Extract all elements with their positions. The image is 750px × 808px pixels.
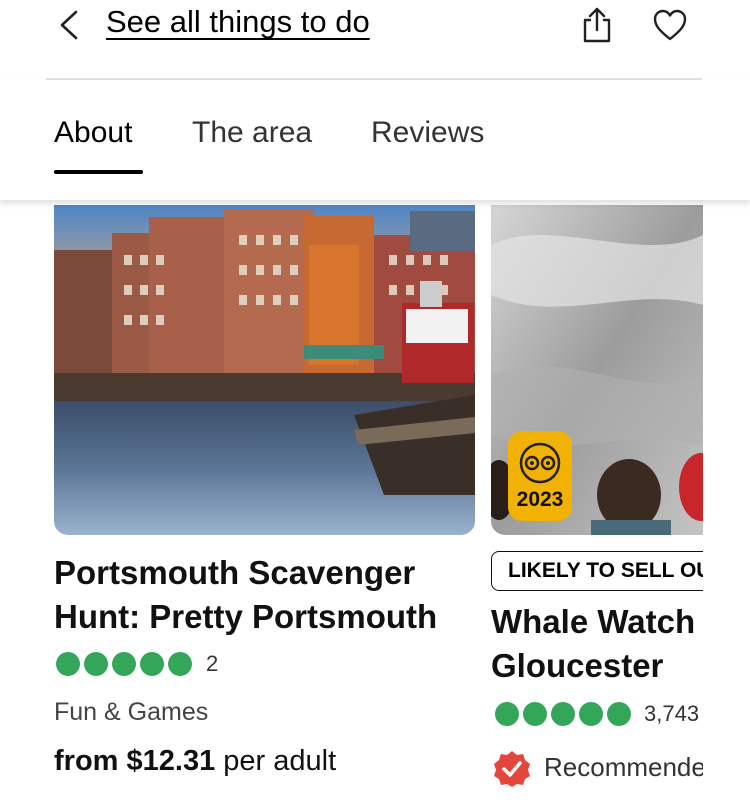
portsmouth-scavenger-hunt-photo[interactable] <box>54 205 475 535</box>
card-title[interactable]: Whale Watch Gloucester <box>491 600 695 688</box>
whale-watch-photo[interactable]: 2023 <box>491 205 703 535</box>
tab-bar: About The area Reviews <box>0 80 750 200</box>
recommended-badge-icon <box>494 751 530 787</box>
tab-about[interactable]: About <box>54 116 132 150</box>
rating-bubble <box>523 702 547 726</box>
heart-icon[interactable] <box>652 8 688 42</box>
card-title-line: Gloucester <box>491 647 664 684</box>
recommended-label: Recommended <box>544 752 703 782</box>
card-2-details: LIKELY TO SELL OUT Whale Watch Glouceste… <box>0 540 703 808</box>
rating-bubble <box>551 702 575 726</box>
chevron-left-icon[interactable] <box>56 10 82 40</box>
likely-to-sell-out-tag: LIKELY TO SELL OUT <box>491 551 703 591</box>
card-title-line: Whale Watch <box>491 603 696 640</box>
tab-the-area[interactable]: The area <box>192 116 312 150</box>
tab-reviews[interactable]: Reviews <box>371 116 484 150</box>
rating-bubble <box>579 702 603 726</box>
see-all-things-link[interactable]: See all things to do <box>106 4 370 40</box>
rating-bubble <box>607 702 631 726</box>
rating-bubbles <box>495 702 631 726</box>
active-tab-indicator <box>54 170 143 174</box>
top-bar: See all things to do <box>0 0 750 80</box>
rating-bubble <box>495 702 519 726</box>
badge-year: 2023 <box>516 488 564 511</box>
share-icon[interactable] <box>580 6 614 44</box>
review-count: 3,743 <box>644 701 700 726</box>
